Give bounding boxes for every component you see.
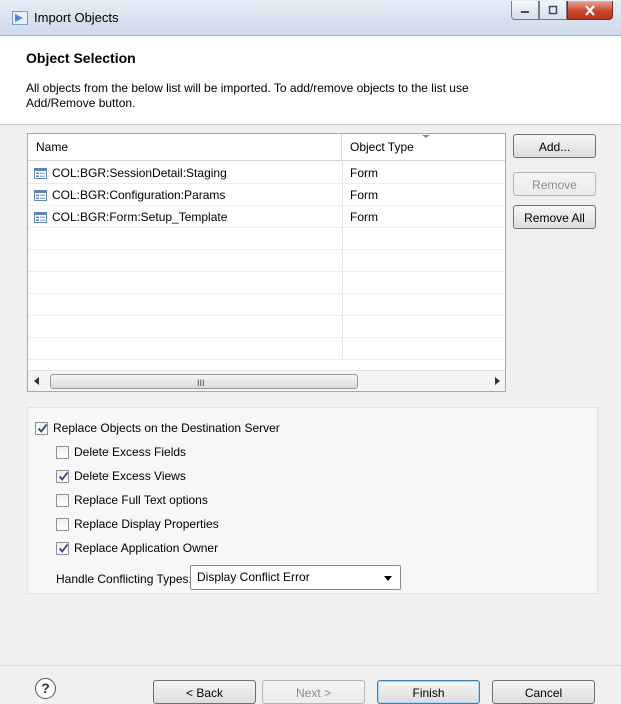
replace-objects-label: Replace Objects on the Destination Serve… xyxy=(53,421,280,435)
column-header-object-type[interactable]: Object Type xyxy=(342,134,505,161)
form-icon xyxy=(34,167,47,179)
finish-button[interactable]: Finish xyxy=(377,680,480,704)
scroll-left-button[interactable] xyxy=(28,371,45,391)
column-divider xyxy=(342,294,343,316)
window-controls xyxy=(511,1,613,20)
scroll-right-button[interactable] xyxy=(488,371,505,391)
option-label: Replace Full Text options xyxy=(74,493,208,507)
minimize-button[interactable] xyxy=(511,1,539,20)
option-checkbox[interactable] xyxy=(56,541,69,555)
column-divider xyxy=(342,338,343,360)
chevron-right-icon xyxy=(494,377,500,385)
row-name-label: COL:BGR:Form:Setup_Template xyxy=(52,210,228,224)
checkmark-icon xyxy=(37,423,48,433)
horizontal-scrollbar[interactable]: III xyxy=(28,370,505,391)
replace-options-group: Replace Objects on the Destination Serve… xyxy=(27,407,598,594)
option-label: Delete Excess Fields xyxy=(74,445,187,459)
table-row[interactable] xyxy=(28,316,505,338)
column-header-name[interactable]: Name xyxy=(28,134,342,161)
table-row[interactable] xyxy=(28,228,505,250)
table-body: COL:BGR:SessionDetail:Staging Form COL:B… xyxy=(28,162,505,368)
column-divider xyxy=(342,272,343,294)
replace-objects-option[interactable]: Replace Objects on the Destination Serve… xyxy=(35,421,280,435)
option-checkbox[interactable] xyxy=(56,469,69,483)
maximize-icon xyxy=(548,5,558,15)
object-table[interactable]: Name Object Type COL:BGR:SessionDetail:S… xyxy=(27,133,506,392)
table-row[interactable] xyxy=(28,294,505,316)
table-header: Name Object Type xyxy=(28,134,505,161)
conflict-types-label: Handle Conflicting Types: xyxy=(56,572,192,586)
column-divider xyxy=(342,228,343,250)
sort-indicator-icon xyxy=(422,135,430,138)
column-divider xyxy=(342,250,343,272)
checkmark-icon xyxy=(58,543,69,553)
back-button[interactable]: < Back xyxy=(153,680,256,704)
option-item[interactable]: Replace Application Owner xyxy=(56,541,218,555)
cell-object-type: Form xyxy=(350,188,378,202)
add-button[interactable]: Add... xyxy=(513,134,596,158)
column-divider xyxy=(342,184,343,206)
column-divider xyxy=(342,206,343,228)
option-label: Replace Display Properties xyxy=(74,517,219,531)
option-checkbox[interactable] xyxy=(56,445,69,459)
remove-all-button[interactable]: Remove All xyxy=(513,205,596,229)
row-name-label: COL:BGR:Configuration:Params xyxy=(52,188,226,202)
option-checkbox[interactable] xyxy=(56,517,69,531)
footer-divider xyxy=(0,665,621,666)
table-row[interactable] xyxy=(28,272,505,294)
row-name-label: COL:BGR:SessionDetail:Staging xyxy=(52,166,227,180)
table-row[interactable] xyxy=(28,250,505,272)
replace-objects-checkbox[interactable] xyxy=(35,421,48,435)
option-item[interactable]: Replace Display Properties xyxy=(56,517,219,531)
conflict-types-value: Display Conflict Error xyxy=(197,570,310,584)
page-description: All objects from the below list will be … xyxy=(26,81,469,110)
cancel-button[interactable]: Cancel xyxy=(492,680,595,704)
chevron-down-icon xyxy=(384,576,392,581)
option-checkbox[interactable] xyxy=(56,493,69,507)
remove-button[interactable]: Remove xyxy=(513,172,596,196)
title-bar: Import Objects xyxy=(0,0,621,36)
table-row[interactable] xyxy=(28,338,505,360)
close-icon xyxy=(585,4,595,16)
option-label: Delete Excess Views xyxy=(74,469,186,483)
option-item[interactable]: Delete Excess Views xyxy=(56,469,186,483)
cell-name: COL:BGR:Form:Setup_Template xyxy=(34,206,340,228)
option-label: Replace Application Owner xyxy=(74,541,219,555)
cell-name: COL:BGR:SessionDetail:Staging xyxy=(34,162,340,184)
cell-object-type: Form xyxy=(350,210,378,224)
chevron-left-icon xyxy=(33,377,39,385)
option-item[interactable]: Replace Full Text options xyxy=(56,493,208,507)
form-icon xyxy=(34,211,47,223)
maximize-button[interactable] xyxy=(539,1,567,20)
page-title: Object Selection xyxy=(26,50,136,66)
next-button[interactable]: Next > xyxy=(262,680,365,704)
close-button[interactable] xyxy=(567,1,613,20)
scrollbar-thumb[interactable]: III xyxy=(50,374,358,389)
table-row[interactable]: COL:BGR:SessionDetail:Staging Form xyxy=(28,162,505,184)
help-icon: ? xyxy=(41,680,50,696)
form-icon xyxy=(34,189,47,201)
help-button[interactable]: ? xyxy=(35,678,56,699)
scrollbar-grip: III xyxy=(197,378,205,388)
column-divider xyxy=(342,162,343,184)
wizard-header: Object Selection All objects from the be… xyxy=(0,37,621,125)
conflict-types-select[interactable]: Display Conflict Error xyxy=(190,565,401,590)
table-row[interactable]: COL:BGR:Configuration:Params Form xyxy=(28,184,505,206)
checkmark-icon xyxy=(58,471,69,481)
table-row[interactable]: COL:BGR:Form:Setup_Template Form xyxy=(28,206,505,228)
column-header-label: Object Type xyxy=(350,140,414,154)
cell-object-type: Form xyxy=(350,166,378,180)
window-title: Import Objects xyxy=(34,10,119,25)
import-app-icon xyxy=(12,11,28,25)
minimize-icon xyxy=(521,11,529,13)
column-divider xyxy=(342,316,343,338)
option-item[interactable]: Delete Excess Fields xyxy=(56,445,186,459)
cell-name: COL:BGR:Configuration:Params xyxy=(34,184,340,206)
